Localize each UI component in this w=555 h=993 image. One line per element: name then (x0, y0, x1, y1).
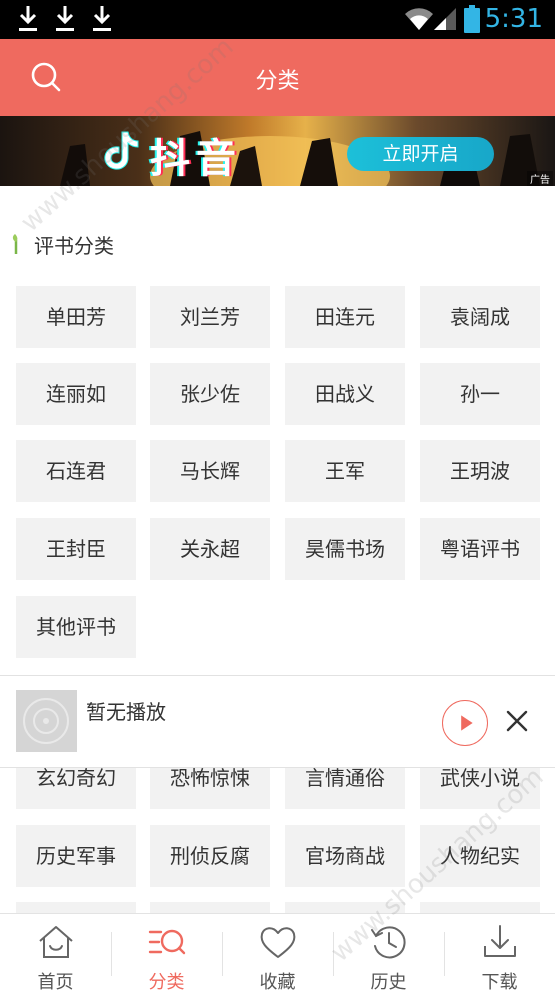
category-tag[interactable]: 孙一 (420, 363, 540, 425)
mini-player[interactable]: 暂无播放 (0, 675, 555, 768)
category-tag[interactable]: 官场商战 (285, 825, 405, 887)
nav-home[interactable]: 首页 (0, 914, 111, 993)
banner-brand-text: 抖音 (150, 136, 242, 182)
nav-download[interactable]: 下载 (444, 914, 555, 993)
nav-category[interactable]: 分类 (111, 914, 222, 993)
category-tag[interactable]: 田战义 (285, 363, 405, 425)
tiktok-logo-icon (104, 131, 139, 170)
status-bar: 5:31 (0, 0, 555, 39)
category-tag[interactable]: 历史军事 (16, 825, 136, 887)
banner-ad[interactable]: 抖音 立即开启 广告 (0, 116, 555, 186)
nav-label: 分类 (148, 972, 185, 993)
player-status: 暂无播放 (86, 700, 166, 724)
nav-favorites[interactable]: 收藏 (222, 914, 333, 993)
album-cover-icon (16, 690, 77, 752)
download-notification-icon (56, 6, 74, 31)
bottom-navigation: 首页 分类 收藏 历史 下载 (0, 913, 555, 993)
ad-label: 广告 (527, 171, 553, 186)
page-title: 分类 (255, 69, 300, 94)
category-tag[interactable]: 田连元 (285, 286, 405, 348)
category-tag[interactable]: 粤语评书 (420, 518, 540, 580)
nav-label: 首页 (37, 972, 74, 993)
category-tag[interactable]: 王玥波 (420, 440, 540, 502)
category-tag[interactable]: 单田芳 (16, 286, 136, 348)
category-tag[interactable]: 王封臣 (16, 518, 136, 580)
category-tag[interactable]: 昊儒书场 (285, 518, 405, 580)
nav-label: 历史 (370, 972, 407, 993)
category-tag[interactable]: 其他评书 (16, 596, 136, 658)
signal-icon (434, 8, 456, 30)
banner-open-button[interactable]: 立即开启 (347, 137, 494, 171)
download-notification-icon (19, 6, 37, 31)
category-tag[interactable]: 刘兰芳 (150, 286, 270, 348)
nav-history[interactable]: 历史 (333, 914, 444, 993)
category-tag[interactable]: 马长辉 (150, 440, 270, 502)
wifi-icon (405, 8, 433, 30)
category-tag[interactable]: 张少佐 (150, 363, 270, 425)
category-tag[interactable]: 石连君 (16, 440, 136, 502)
nav-label: 下载 (481, 972, 518, 993)
section-title: 评书分类 (34, 234, 114, 258)
play-icon[interactable] (442, 700, 488, 746)
nav-label: 收藏 (259, 972, 296, 993)
heart-icon (260, 927, 296, 958)
category-icon (148, 929, 186, 955)
category-tag[interactable]: 连丽如 (16, 363, 136, 425)
category-tag[interactable]: 关永超 (150, 518, 270, 580)
leaf-icon (12, 234, 18, 254)
clock: 5:31 (484, 4, 543, 34)
category-tag[interactable]: 刑侦反腐 (150, 825, 270, 887)
app-screen: 5:31 分类 抖音 立即开启 广告 评书分类 单田芳 刘兰芳 田连元 袁阔成 … (0, 0, 555, 993)
home-icon (39, 926, 73, 958)
history-clock-icon (371, 926, 406, 959)
download-notification-icon (93, 6, 111, 31)
top-app-bar: 分类 (0, 39, 555, 116)
category-tag[interactable]: 袁阔成 (420, 286, 540, 348)
battery-icon (464, 5, 480, 33)
category-tag[interactable]: 人物纪实 (420, 825, 540, 887)
download-icon (484, 925, 516, 957)
category-tag[interactable]: 王军 (285, 440, 405, 502)
close-icon[interactable] (500, 704, 534, 738)
